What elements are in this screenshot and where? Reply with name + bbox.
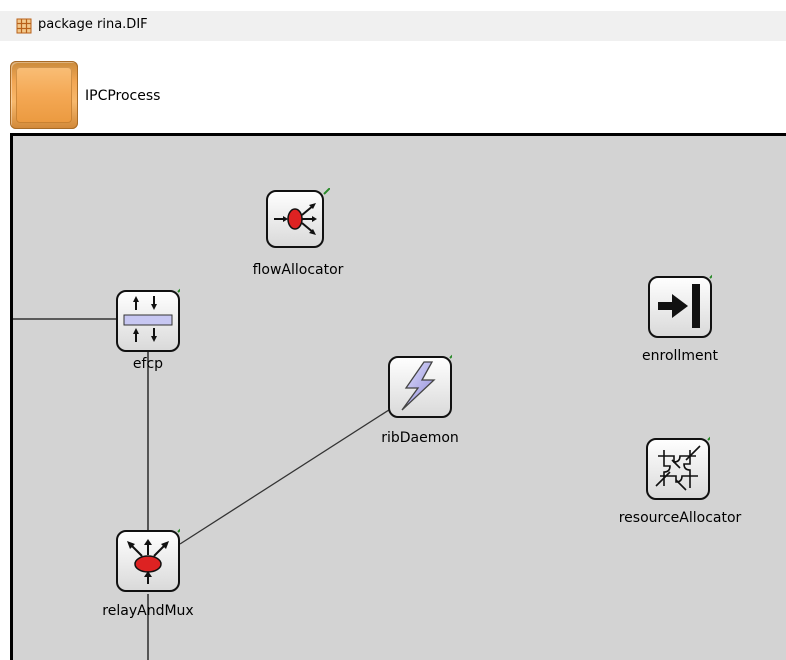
submodule-label: enrollment — [642, 348, 718, 364]
enrollment-icon — [648, 274, 712, 338]
submodule-enrollment[interactable] — [648, 274, 712, 338]
submodule-label: ribDaemon — [381, 430, 459, 446]
submodule-relay-and-mux[interactable] — [116, 528, 180, 592]
compound-module-icon[interactable] — [10, 61, 78, 129]
package-header: package rina.DIF — [0, 11, 786, 41]
package-icon — [16, 18, 32, 34]
submodule-flow-allocator[interactable] — [266, 188, 330, 252]
efcp-icon — [116, 288, 180, 352]
submodule-rib-daemon[interactable] — [388, 354, 452, 418]
submodule-label: relayAndMux — [102, 603, 194, 619]
submodule-label: efcp — [132, 356, 164, 372]
flow-allocator-icon — [266, 188, 330, 248]
submodule-label: resourceAllocator — [618, 510, 742, 526]
relay-and-mux-icon — [116, 528, 180, 592]
submodule-efcp[interactable] — [116, 288, 180, 352]
module-name[interactable]: IPCProcess — [85, 88, 160, 104]
package-name: package rina.DIF — [38, 17, 148, 32]
resource-allocator-icon — [646, 436, 710, 500]
submodule-label: flowAllocator — [252, 262, 344, 278]
submodule-resource-allocator[interactable] — [646, 436, 710, 500]
rib-daemon-icon — [388, 354, 452, 418]
